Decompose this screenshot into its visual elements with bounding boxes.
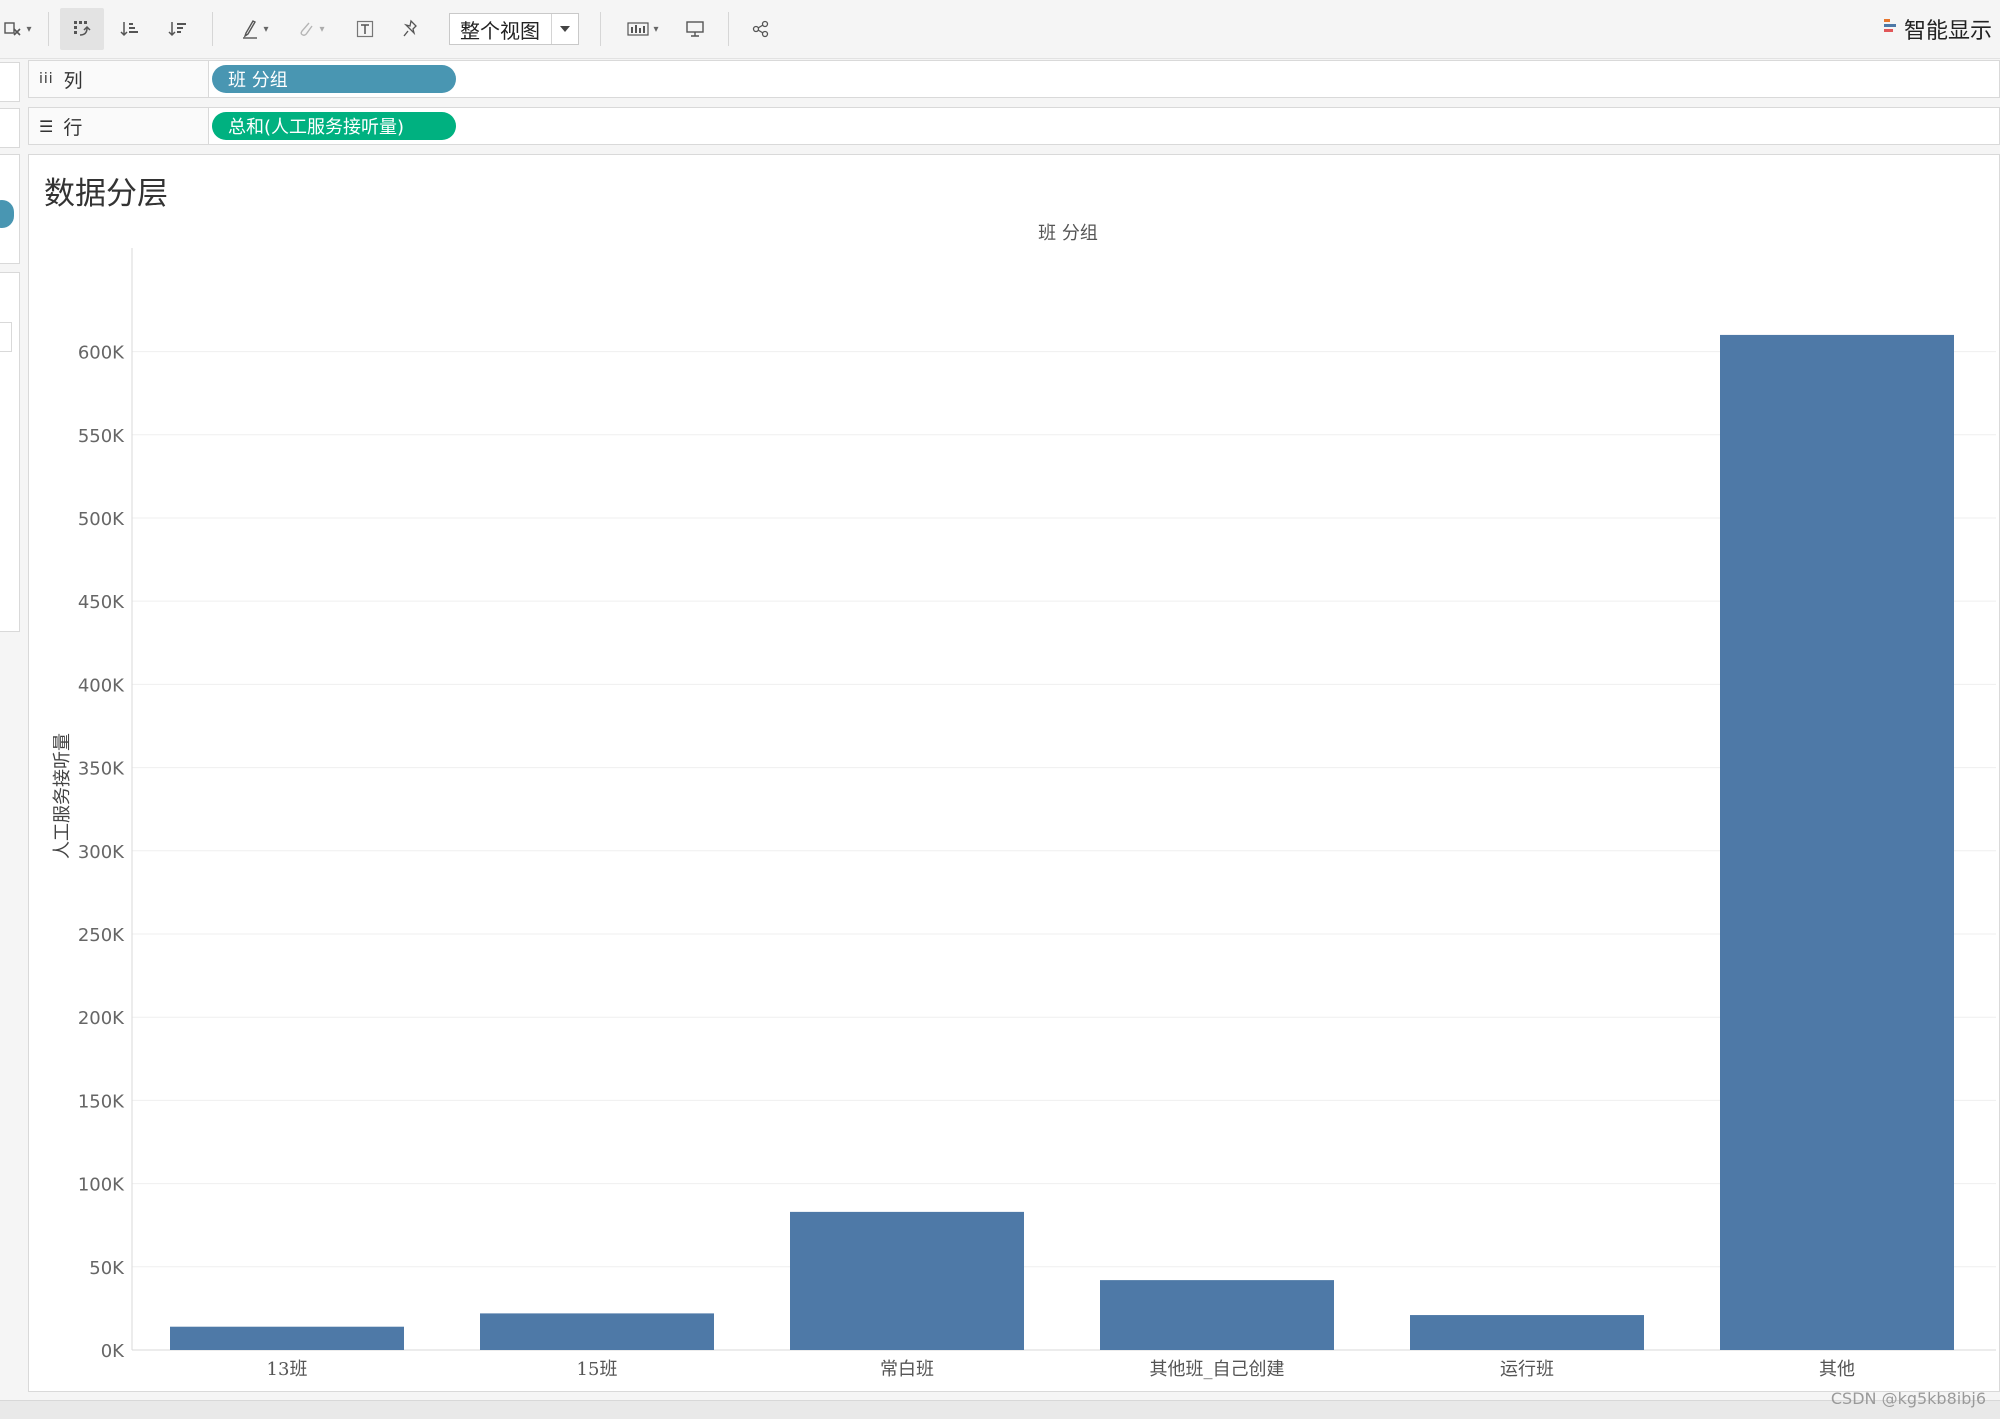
x-tick-label: 其他班_自己创建 [1150,1359,1285,1380]
y-tick-label: 400K [78,675,125,696]
bar [1410,1315,1644,1350]
watermark: CSDN @kg5kb8ibj6 [1830,1389,1986,1408]
x-tick-label: 15班 [577,1359,618,1380]
y-tick-label: 300K [78,842,125,863]
y-tick-label: 350K [78,759,125,780]
y-tick-label: 100K [78,1175,125,1196]
column-header: 班 分组 [1038,223,1098,244]
y-tick-label: 500K [78,509,125,530]
status-bar [0,1400,2000,1419]
y-tick-label: 250K [78,925,125,946]
y-tick-label: 150K [78,1091,125,1112]
bar [480,1313,714,1350]
x-tick-label: 13班 [267,1359,308,1380]
y-axis-title: 人工服务接听量 [52,733,73,859]
y-tick-label: 0K [101,1341,125,1362]
bar [1720,334,1954,1350]
y-tick-label: 550K [78,426,125,447]
bar-chart: 0K 50K 100K 150K 200K 250K 300K 350K 400K 450K 500… [52,223,1996,1380]
x-tick-label: 运行班 [1500,1359,1554,1380]
bar [170,1326,404,1350]
x-tick-label: 常白班 [880,1359,934,1380]
y-tick-label: 200K [78,1008,125,1029]
y-tick-label: 600K [78,343,125,364]
y-tick-label: 450K [78,592,125,613]
bar [790,1211,1024,1350]
x-tick-label: 其他 [1819,1359,1855,1380]
y-tick-label: 50K [89,1258,125,1279]
bar [1100,1280,1334,1350]
